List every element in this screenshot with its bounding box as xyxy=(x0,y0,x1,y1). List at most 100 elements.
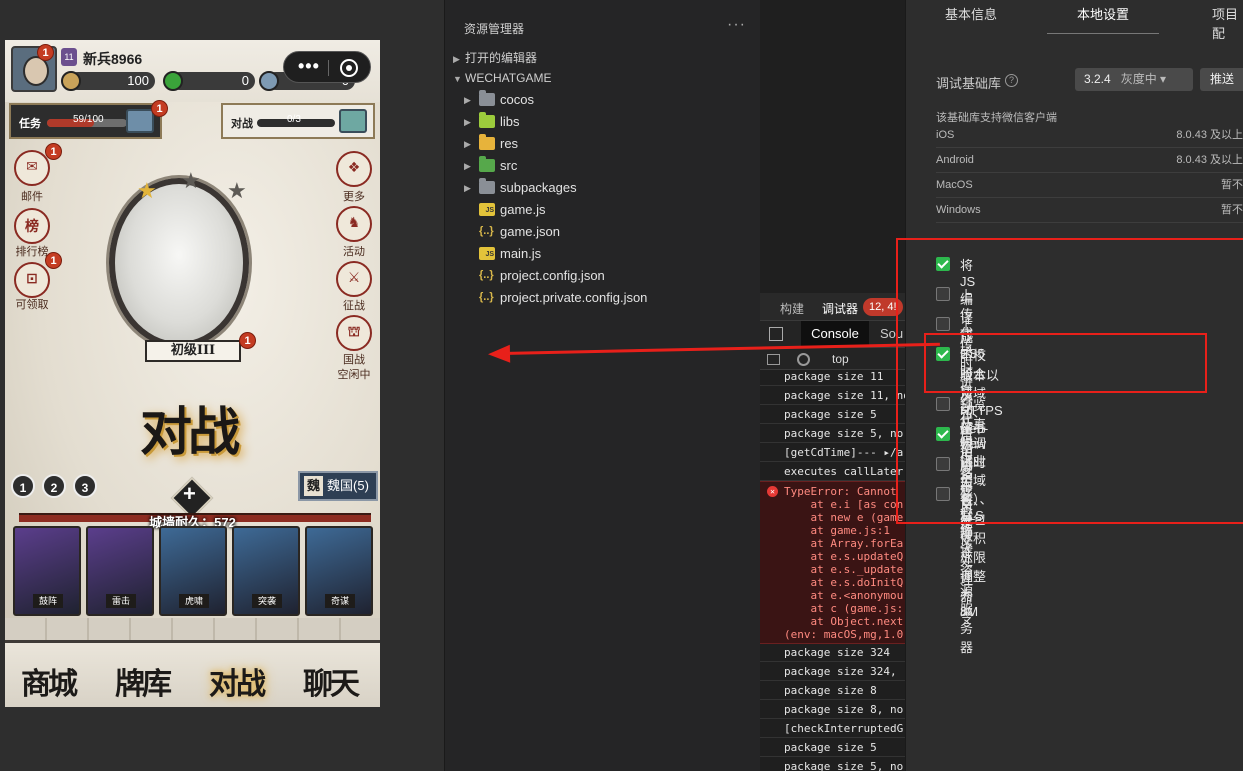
tab-debugger[interactable]: 调试器 xyxy=(822,300,858,317)
console-log-line[interactable]: [getCdTime]--- ▸/a xyxy=(760,443,905,462)
console-log-line[interactable]: [checkInterruptedG xyxy=(760,719,905,738)
base-lib-version-select[interactable]: 3.2.4 灰度中 ▾ xyxy=(1075,68,1193,91)
event-icon: ♞ xyxy=(347,214,361,230)
tab-build[interactable]: 构建 xyxy=(780,300,804,317)
console-log-line[interactable]: package size 324, xyxy=(760,662,905,681)
capsule-divider xyxy=(328,60,329,76)
card-slot[interactable]: 虎啸 xyxy=(159,526,227,616)
file-tree-item[interactable]: ▶ cocos xyxy=(445,89,761,111)
devtools-window: 1 11 新兵8966 100 0 0 ••• 任务 59/100 1 对战 0… xyxy=(0,0,1243,771)
chevron-right-icon: ▶ xyxy=(453,54,460,64)
os-min-version: 暂不 xyxy=(1221,179,1243,191)
card-slot[interactable]: 奇谋 xyxy=(305,526,373,616)
folder-libs-icon xyxy=(479,112,495,128)
console-log-line[interactable]: package size 11, no xyxy=(760,386,905,405)
mail-label: 邮件 xyxy=(21,190,43,203)
battle-task-value: 0/3 xyxy=(287,114,301,125)
miniprogram-capsule: ••• xyxy=(283,51,371,83)
file-tree-item[interactable]: ▶ res xyxy=(445,133,761,155)
file-tree-item[interactable]: ▶ libs xyxy=(445,111,761,133)
wall-decoration xyxy=(5,618,380,640)
file-tree-item[interactable]: ▶ subpackages xyxy=(445,177,761,199)
jade-icon xyxy=(163,71,183,91)
leaderboard-icon: 榜 xyxy=(25,218,39,234)
file-tree-item[interactable]: ▶ src xyxy=(445,155,761,177)
console-log-line[interactable]: package size 8, no xyxy=(760,700,905,719)
more-menu-icon[interactable]: ••• xyxy=(298,56,320,77)
clear-console-icon[interactable] xyxy=(797,353,810,366)
error-text: TypeError: Cannot at e.i [as con at new … xyxy=(784,485,904,641)
leaderboard-button[interactable]: 榜 xyxy=(14,208,50,244)
nav-chat[interactable]: 聊天 xyxy=(303,659,360,703)
console-error[interactable]: ✕ TypeError: Cannot at e.i [as con at new… xyxy=(760,481,905,644)
tab-project-config[interactable]: 项目配 xyxy=(1212,4,1243,42)
tier-3-button[interactable]: 3 xyxy=(73,474,97,498)
tab-local-settings[interactable]: 本地设置 xyxy=(1077,4,1129,23)
card-slot[interactable]: 鼓阵 xyxy=(13,526,81,616)
claim-label: 可领取 xyxy=(15,298,49,311)
open-editors-label: 打开的编辑器 xyxy=(465,51,538,65)
nation-war-status: 空闲中 xyxy=(337,368,371,381)
file-name: subpackages xyxy=(500,180,577,195)
battle-task-progress[interactable]: 对战 0/3 xyxy=(221,103,375,139)
task-progress[interactable]: 任务 59/100 xyxy=(9,103,162,139)
sidebar-toggle-icon[interactable] xyxy=(767,354,780,365)
console-log-line[interactable]: package size 5, no xyxy=(760,757,905,771)
nav-deck[interactable]: 牌库 xyxy=(115,659,172,703)
console-log-line[interactable]: package size 8 xyxy=(760,681,905,700)
base-lib-channel: 灰度中 ▾ xyxy=(1120,72,1167,86)
card-name: 虎啸 xyxy=(179,594,209,608)
console-log-line[interactable]: package size 5 xyxy=(760,405,905,424)
inspect-element-icon[interactable] xyxy=(769,327,783,341)
os-min-version: 暂不 xyxy=(1221,204,1243,216)
file-tree-item[interactable]: {..} project.config.json xyxy=(445,265,761,287)
os-support-row: iOS 8.0.43 及以上 xyxy=(936,123,1243,148)
open-editors-section[interactable]: ▶ 打开的编辑器 xyxy=(453,49,537,66)
help-icon[interactable]: ? xyxy=(1005,74,1018,87)
os-support-row: Windows 暂不 xyxy=(936,198,1243,223)
tier-1-button[interactable]: 1 xyxy=(11,474,35,498)
file-tree-item[interactable]: JS game.js xyxy=(445,199,761,221)
error-icon: ✕ xyxy=(767,486,778,497)
file-name: game.js xyxy=(500,202,546,217)
console-log-line[interactable]: package size 5, no xyxy=(760,424,905,443)
campaign-button[interactable]: ⚔ xyxy=(336,261,372,297)
context-selector[interactable]: top xyxy=(832,352,849,366)
nav-battle[interactable]: 对战 xyxy=(209,659,266,703)
explorer-more-icon[interactable]: ··· xyxy=(727,16,746,34)
file-tree-item[interactable]: {..} game.json xyxy=(445,221,761,243)
console-log-line[interactable]: executes callLater xyxy=(760,462,905,481)
rank-map-circle[interactable] xyxy=(109,178,249,348)
console-log-line[interactable]: package size 11 xyxy=(760,367,905,386)
file-tree-item[interactable]: JS main.js xyxy=(445,243,761,265)
console-log-line[interactable]: package size 324 xyxy=(760,643,905,662)
file-tree-item[interactable]: {..} project.private.config.json xyxy=(445,287,761,309)
tier-2-button[interactable]: 2 xyxy=(42,474,66,498)
star-icon: ★ xyxy=(137,178,157,203)
nation-button[interactable]: 魏魏国(5) xyxy=(298,471,378,501)
more-button[interactable]: ❖ xyxy=(336,151,372,187)
nav-shop[interactable]: 商城 xyxy=(21,659,78,703)
event-button[interactable]: ♞ xyxy=(336,206,372,242)
card-slot[interactable]: 突袭 xyxy=(232,526,300,616)
project-section[interactable]: ▼ WECHATGAME xyxy=(453,71,551,85)
game-screen[interactable]: 1 11 新兵8966 100 0 0 ••• 任务 59/100 1 对战 0… xyxy=(5,40,380,707)
nation-war-button[interactable]: ⛫ xyxy=(336,315,372,351)
claim-badge: 1 xyxy=(45,252,62,269)
task-badge: 1 xyxy=(151,100,168,117)
event-label: 活动 xyxy=(343,245,365,258)
mail-button[interactable]: ✉ xyxy=(14,150,50,186)
folder-icon xyxy=(479,178,495,194)
claim-button[interactable]: ⊡ xyxy=(14,262,50,298)
json-file-icon: {..} xyxy=(479,269,494,281)
card-name: 鼓阵 xyxy=(33,594,63,608)
console-log-line[interactable]: package size 5 xyxy=(760,738,905,757)
card-slot[interactable]: 雷击 xyxy=(86,526,154,616)
push-button[interactable]: 推送 xyxy=(1200,68,1243,91)
tab-basic-info[interactable]: 基本信息 xyxy=(945,4,997,23)
battle-start-button[interactable]: 对战 xyxy=(140,390,240,465)
card-name: 雷击 xyxy=(106,594,136,608)
file-name: main.js xyxy=(500,246,542,261)
close-miniprogram-icon[interactable] xyxy=(340,59,358,77)
tab-console[interactable]: Console xyxy=(801,321,869,347)
